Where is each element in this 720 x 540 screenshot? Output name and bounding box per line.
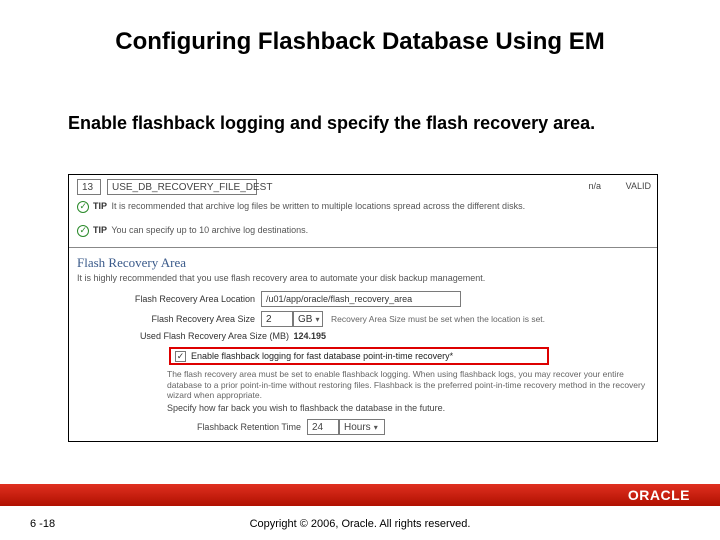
size-label: Flash Recovery Area Size [77,314,261,324]
em-config-panel: 13 USE_DB_RECOVERY_FILE_DEST n/a VALID T… [68,174,658,442]
slide: Configuring Flashback Database Using EM … [0,0,720,540]
retention-row: Flashback Retention Time 24 Hours▾ [77,419,385,435]
retention-unit-value: Hours [344,422,371,433]
used-row: Used Flash Recovery Area Size (MB) 124.1… [77,331,326,341]
location-label: Flash Recovery Area Location [77,294,261,304]
used-value: 124.195 [294,331,327,341]
dest-status: VALID [626,181,651,191]
tip-row-2: TIP You can specify up to 10 archive log… [77,225,633,237]
section-desc: It is highly recommended that you use fl… [77,273,485,283]
enable-explanation: The flash recovery area must be set to e… [167,369,649,401]
oracle-logo: ORACLE [628,487,690,503]
dest-path-field[interactable]: USE_DB_RECOVERY_FILE_DEST [107,179,257,195]
location-input[interactable]: /u01/app/oracle/flash_recovery_area [261,291,461,307]
footer-bar [0,484,720,506]
page-subtitle: Enable flashback logging and specify the… [68,112,628,135]
chevron-down-icon: ▾ [374,423,378,432]
specify-text: Specify how far back you wish to flashba… [167,403,445,413]
size-unit-select[interactable]: GB▾ [293,311,323,327]
size-input[interactable]: 2 [261,311,293,327]
size-row: Flash Recovery Area Size 2 GB▾ Recovery … [77,311,545,327]
enable-flashback-checkbox[interactable]: ✓ [175,351,186,362]
enable-flashback-label: Enable flashback logging for fast databa… [191,351,453,361]
dest-rate: n/a [588,181,601,191]
section-heading: Flash Recovery Area [77,255,186,271]
size-hint: Recovery Area Size must be set when the … [331,314,545,324]
tip-text-1: It is recommended that archive log files… [112,201,526,211]
dest-row: 13 USE_DB_RECOVERY_FILE_DEST [77,179,257,195]
tip-label: TIP [93,201,107,211]
size-unit-value: GB [298,314,312,325]
retention-label: Flashback Retention Time [77,422,307,432]
enable-flashback-row: ✓ Enable flashback logging for fast data… [169,347,549,365]
tip-label: TIP [93,225,107,235]
retention-unit-select[interactable]: Hours▾ [339,419,385,435]
tip-text-2: You can specify up to 10 archive log des… [111,225,308,235]
divider [69,247,657,248]
page-title: Configuring Flashback Database Using EM [60,28,660,56]
retention-input[interactable]: 24 [307,419,339,435]
chevron-down-icon: ▾ [315,315,319,324]
used-label: Used Flash Recovery Area Size (MB) [77,331,291,341]
tip-row-1: TIP It is recommended that archive log f… [77,201,633,213]
location-row: Flash Recovery Area Location /u01/app/or… [77,291,461,307]
copyright: Copyright © 2006, Oracle. All rights res… [0,518,720,530]
tip-icon [77,225,89,237]
tip-icon [77,201,89,213]
dest-number-field[interactable]: 13 [77,179,101,195]
